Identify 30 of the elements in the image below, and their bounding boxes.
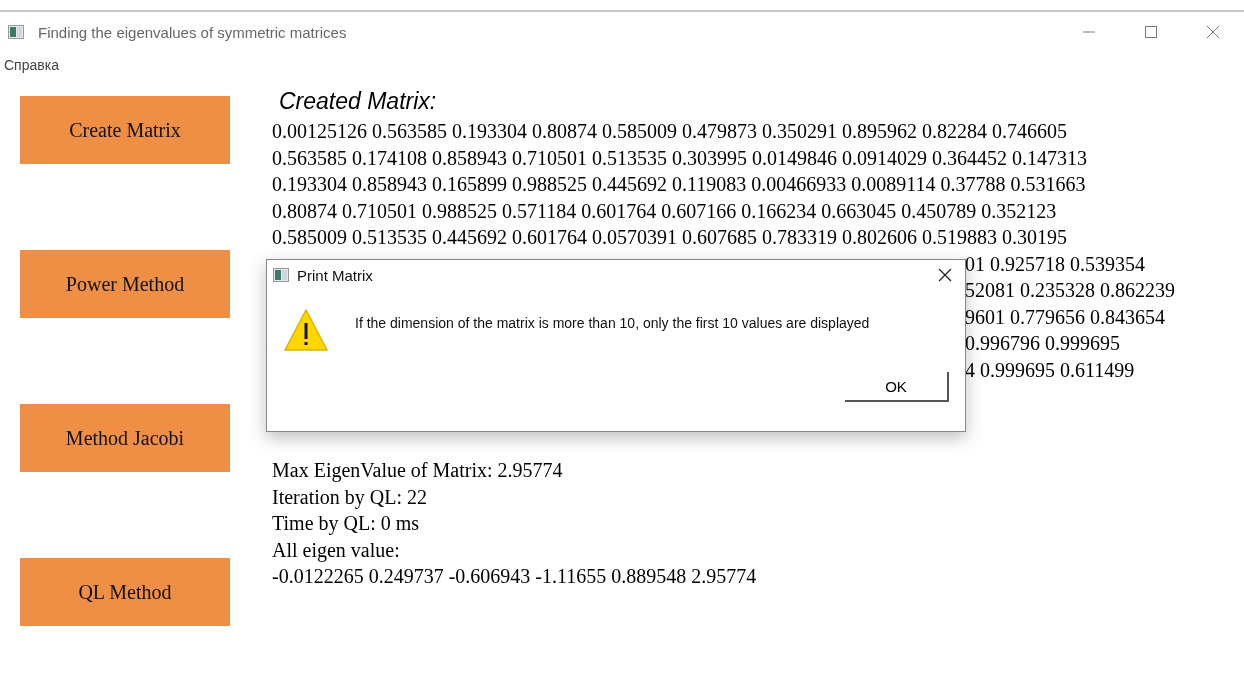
action-button[interactable]: Create Matrix — [20, 96, 230, 164]
result-line: Time by QL: 0 ms — [272, 512, 420, 534]
window-title: Finding the eigenvalues of symmetric matrices — [38, 23, 347, 41]
dialog-title: Print Matrix — [297, 266, 373, 284]
result-line: Max EigenValue of Matrix: 2.95774 — [272, 459, 563, 481]
action-button[interactable]: Method Jacobi — [20, 404, 230, 472]
result-line: Iteration by QL: 22 — [272, 485, 427, 508]
action-button[interactable]: QL Method — [20, 558, 230, 626]
app-icon — [273, 268, 289, 282]
matrix-row: 0.00125126 0.563585 0.193304 0.80874 0.585009 0.479873 0.350291 0.895962 0.82284 0.746605 — [272, 120, 1067, 142]
ok-button[interactable]: OK — [845, 372, 949, 402]
close-icon[interactable] — [937, 267, 953, 283]
matrix-row: 0.193304 0.858943 0.165899 0.988525 0.445692 0.119083 0.00466933 0.0089114 0.37788 0.531663 — [272, 173, 1086, 195]
result-line: -0.0122265 0.249737 -0.606943 -1.11655 0.889548 2.95774 — [272, 565, 757, 587]
dialog-message: If the dimension of the matrix is more than 10, only the first 10 values are displayed — [355, 314, 871, 333]
matrix-row: 0.80874 0.710501 0.988525 0.571184 0.601764 0.607166 0.166234 0.663045 0.450789 0.352123 — [272, 199, 1057, 222]
matrix-row: 0.585009 0.513535 0.445692 0.601764 0.0570391 0.607685 0.783319 0.802606 0.519883 0.30195 — [272, 226, 1067, 248]
matrix-row: 0.996796 0.999695 — [965, 332, 1120, 354]
warning-icon — [283, 308, 329, 352]
matrix-row: 4 0.999695 0.611499 — [965, 358, 1135, 381]
matrix-row: 0.563585 0.174108 0.858943 0.710501 0.513535 0.303995 0.0149846 0.0914029 0.364452 0.147313 — [272, 146, 1087, 169]
maximize-icon[interactable] — [1144, 25, 1158, 39]
matrix-row: 01 0.925718 0.539354 — [965, 252, 1145, 275]
app-icon — [8, 25, 24, 39]
result-line: All eigen value: — [272, 538, 400, 561]
action-button[interactable]: Power Method — [20, 250, 230, 318]
matrix-heading: Created Matrix: — [278, 88, 438, 116]
matrix-row: 9601 0.779656 0.843654 — [965, 305, 1165, 328]
menu-item[interactable]: Справка — [4, 57, 59, 73]
matrix-row: 52081 0.235328 0.862239 — [965, 279, 1175, 301]
